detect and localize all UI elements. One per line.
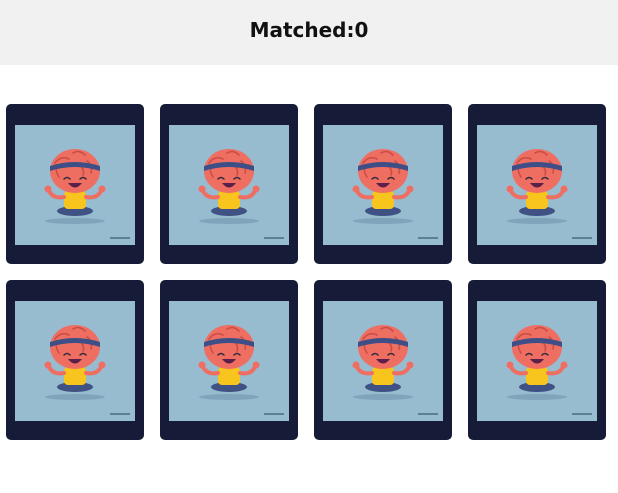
meditating-brain-icon	[323, 301, 443, 421]
meditating-brain-icon	[323, 125, 443, 245]
meditating-brain-icon	[477, 301, 597, 421]
meditating-brain-icon	[15, 125, 135, 245]
memory-card[interactable]	[160, 104, 298, 264]
meditating-brain-icon	[477, 125, 597, 245]
memory-card[interactable]	[468, 280, 606, 440]
card-grid	[6, 104, 606, 440]
memory-card[interactable]	[314, 280, 452, 440]
matched-counter: Matched:0	[249, 18, 369, 42]
header-bar: Matched:0	[0, 0, 618, 65]
meditating-brain-icon	[169, 125, 289, 245]
memory-card[interactable]	[6, 104, 144, 264]
memory-card[interactable]	[6, 280, 144, 440]
memory-card[interactable]	[160, 280, 298, 440]
memory-card[interactable]	[314, 104, 452, 264]
meditating-brain-icon	[15, 301, 135, 421]
memory-card[interactable]	[468, 104, 606, 264]
meditating-brain-icon	[169, 301, 289, 421]
